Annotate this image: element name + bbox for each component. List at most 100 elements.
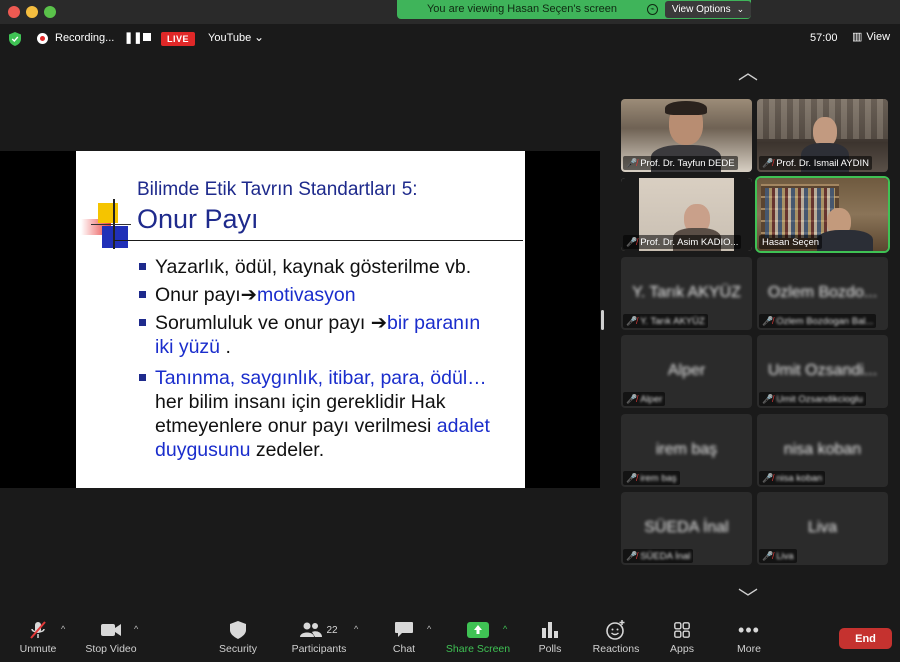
mic-muted-icon: 🎤̸ (762, 315, 774, 326)
participant-tile[interactable]: Umit Ozsandi... 🎤̸ Umit Ozsandikcioglu (757, 335, 888, 408)
share-screen-label: Share Screen (445, 643, 511, 655)
participant-tile[interactable]: 🎤̸ Prof. Dr. Tayfun DEDE (621, 99, 752, 172)
reactions-button[interactable]: Reactions (581, 620, 651, 655)
scroll-down-chevron-icon[interactable]: ﹀ (738, 582, 758, 611)
security-button[interactable]: Security (203, 620, 273, 655)
view-button[interactable]: ▥ View (852, 30, 891, 44)
view-grid-icon: ▥ (852, 31, 863, 43)
participant-tile[interactable]: Liva 🎤̸ Liva (757, 492, 888, 565)
polls-label: Polls (538, 643, 562, 655)
participant-tile[interactable]: Alper 🎤̸ Alper (621, 335, 752, 408)
participant-tile[interactable]: 🎤̸ Prof. Dr. Asim KADIO... (621, 178, 752, 251)
chat-label: Chat (392, 643, 416, 655)
recording-label: Recording... (55, 32, 115, 44)
slide-bullet-1: Yazarlık, ödül, kaynak gösterilme vb. (155, 256, 472, 278)
participant-name: 🎤̸ Prof. Dr. Tayfun DEDE (623, 156, 738, 170)
participant-tile-active-speaker[interactable]: Hasan Seçen (755, 176, 890, 253)
zoom-window-button[interactable] (44, 6, 56, 18)
mic-muted-icon: 🎤̸ (762, 157, 774, 168)
mic-muted-icon: 🎤̸ (626, 315, 638, 326)
chevron-down-icon: ⌄ (736, 4, 745, 14)
end-meeting-button[interactable]: End (839, 628, 892, 649)
mic-muted-icon: 🎤̸ (626, 157, 638, 168)
participant-name-large: Liva (807, 519, 838, 536)
arrow-right-icon: ➔ (240, 284, 257, 306)
stop-video-label: Stop Video (85, 643, 137, 655)
audio-options-caret-icon[interactable]: ^ (61, 624, 65, 634)
apps-label: Apps (670, 643, 694, 655)
chat-options-caret-icon[interactable]: ^ (427, 624, 431, 634)
scroll-up-chevron-icon[interactable]: ︿ (738, 56, 758, 85)
participant-tile[interactable]: Ozlem Bozdo... 🎤̸ Ozlem Bozdogan Bal... (757, 257, 888, 330)
bullet-marker (139, 319, 146, 326)
reactions-label: Reactions (592, 643, 640, 655)
share-options-caret-icon[interactable]: ^ (503, 624, 507, 634)
slide-bullet-4-line4: duygusunu zedeler. (155, 439, 325, 461)
participant-name-large: SÜEDA İnal (644, 519, 729, 536)
more-button[interactable]: ••• More (714, 619, 784, 656)
more-dots-icon: ••• (738, 619, 760, 640)
view-label: View (866, 30, 891, 43)
polls-button[interactable]: Polls (515, 620, 585, 655)
participant-name: 🎤̸ nisa koban (759, 471, 826, 485)
mic-muted-icon: 🎤̸ (762, 550, 774, 561)
slide-decoration (91, 224, 131, 225)
participant-name-large: Umit Ozsandi... (767, 362, 878, 379)
view-options-button[interactable]: View Options ⌄ (665, 1, 751, 18)
slide-subtitle: Bilimde Etik Tavrın Standartları 5: (137, 179, 418, 200)
participant-name: 🎤̸ Alper (623, 392, 666, 406)
participant-name-large: irem baş (655, 441, 718, 458)
panel-resize-handle[interactable] (601, 310, 604, 330)
apps-button[interactable]: Apps (647, 620, 717, 655)
participant-name: 🎤̸ SÜEDA İnal (623, 549, 694, 563)
participant-tile[interactable]: SÜEDA İnal 🎤̸ SÜEDA İnal (621, 492, 752, 565)
slide-bullet-4-line1: Tanınma, saygınlık, itibar, para, ödül… (155, 367, 487, 389)
share-screen-icon (467, 620, 489, 640)
slide-divider (114, 240, 523, 241)
video-camera-icon (100, 620, 122, 640)
participants-button[interactable]: 22 Participants (284, 620, 354, 655)
bullet-marker (139, 291, 146, 298)
slide-bullet-3: Sorumluluk ve onur payı ➔bir paranın (155, 312, 481, 334)
view-options-label: View Options (671, 4, 731, 15)
stream-target-label[interactable]: YouTube (208, 32, 251, 44)
encryption-shield-icon[interactable] (9, 32, 21, 46)
mic-muted-icon: 🎤̸ (626, 472, 638, 483)
participant-name-large: Alper (667, 362, 706, 379)
arrow-right-icon: ➔ (370, 312, 388, 334)
mic-muted-icon: 🎤̸ (762, 393, 774, 404)
participant-name-large: Ozlem Bozdo... (767, 284, 878, 301)
participant-name: 🎤̸ Prof. Dr. Ismail AYDIN (759, 156, 872, 170)
participant-tile[interactable]: nisa koban 🎤̸ nisa koban (757, 414, 888, 487)
share-status-icon: ⌁ (647, 4, 658, 15)
participants-count: 22 (326, 624, 338, 636)
pause-recording-icon[interactable]: ❚❚ (124, 31, 142, 44)
mic-muted-icon: 🎤̸ (626, 550, 638, 561)
stop-recording-icon[interactable] (143, 33, 151, 41)
smiley-plus-icon (605, 620, 627, 640)
live-badge: LIVE (161, 32, 195, 46)
participant-name: 🎤̸ Liva (759, 549, 797, 563)
participants-icon: 22 (294, 620, 344, 640)
slide-decoration (102, 226, 128, 248)
recording-icon (37, 33, 48, 44)
participant-name: Hasan Seçen (759, 235, 823, 249)
participants-options-caret-icon[interactable]: ^ (354, 624, 358, 634)
mic-muted-icon: 🎤̸ (762, 472, 774, 483)
mic-muted-icon: 🎤̸ (626, 393, 638, 404)
participant-name: 🎤̸ Ozlem Bozdogan Bal... (759, 314, 877, 328)
chevron-down-icon[interactable]: ⌄ (254, 30, 264, 44)
minimize-window-button[interactable] (26, 6, 38, 18)
polls-chart-icon (539, 620, 561, 640)
apps-grid-icon (671, 620, 693, 640)
participant-name: 🎤̸ Y. Tarık AKYÜZ (623, 314, 708, 328)
chat-bubble-icon (393, 620, 415, 640)
participant-tile[interactable]: 🎤̸ Prof. Dr. Ismail AYDIN (757, 99, 888, 172)
close-window-button[interactable] (8, 6, 20, 18)
video-options-caret-icon[interactable]: ^ (134, 624, 138, 634)
participant-name-large: nisa koban (783, 441, 862, 458)
participant-tile[interactable]: irem baş 🎤̸ irem baş (621, 414, 752, 487)
unmute-label: Unmute (19, 643, 57, 655)
participant-name: 🎤̸ Umit Ozsandikcioglu (759, 392, 866, 406)
participant-tile[interactable]: Y. Tarık AKYÜZ 🎤̸ Y. Tarık AKYÜZ (621, 257, 752, 330)
